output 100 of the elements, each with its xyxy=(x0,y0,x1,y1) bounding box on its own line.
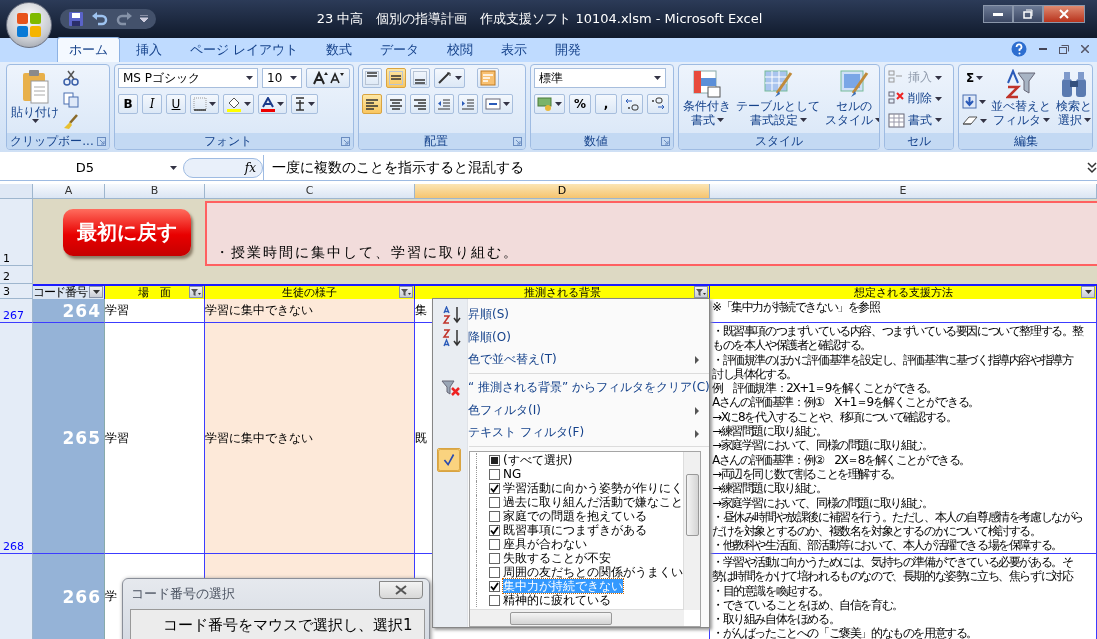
column-header[interactable]: E xyxy=(710,184,1097,199)
insert-function-button[interactable]: fx xyxy=(183,157,263,178)
editing-button[interactable]: 並べ替えと フィルタ xyxy=(990,68,1052,128)
vertical-align-button[interactable] xyxy=(410,68,430,88)
font-color-button[interactable] xyxy=(258,94,287,114)
filter-button[interactable] xyxy=(399,286,413,298)
filter-value-item[interactable]: (すべて選択) xyxy=(503,453,573,468)
help-icon[interactable] xyxy=(1011,41,1027,57)
font-size-select[interactable]: 10 xyxy=(262,68,302,88)
vertical-align-button[interactable] xyxy=(362,68,382,88)
horizontal-align-button[interactable] xyxy=(410,94,430,114)
minimize-icon[interactable] xyxy=(1039,47,1047,51)
number-style-button[interactable]: % xyxy=(569,94,591,114)
filter-value-item[interactable]: 精神的に疲れている xyxy=(503,593,611,608)
name-box[interactable]: D5 xyxy=(0,160,170,175)
menu-item[interactable]: 昇順(S) xyxy=(433,302,709,326)
number-style-button[interactable]: , xyxy=(595,94,617,114)
style-button[interactable]: 条件付き 書式 xyxy=(682,68,732,128)
expand-icon[interactable] xyxy=(1087,161,1097,174)
merge-center-button[interactable] xyxy=(482,94,513,114)
row-header[interactable]: 267 xyxy=(0,299,33,323)
editing-button[interactable]: 検索と 選択 xyxy=(1055,68,1092,128)
fill-down-icon[interactable] xyxy=(962,94,977,109)
redo-icon[interactable] xyxy=(116,12,132,26)
copy-icon[interactable] xyxy=(63,92,79,108)
number-format-select[interactable]: 標準 xyxy=(534,68,666,88)
ribbon-tab[interactable]: 挿入 xyxy=(124,37,174,62)
checkbox[interactable] xyxy=(489,454,500,466)
filter-value-item[interactable]: 家庭での問題を抱えている xyxy=(503,509,647,524)
menu-item[interactable]: 色で並べ替え(T) xyxy=(433,348,709,372)
filter-value-item[interactable]: 過去に取り組んだ活動で嫌なこと xyxy=(503,495,683,510)
filter-button[interactable] xyxy=(189,286,203,298)
phonetic-button[interactable] xyxy=(291,94,318,114)
increase-indent-button[interactable] xyxy=(458,94,478,114)
checkbox[interactable] xyxy=(489,538,500,550)
filter-button[interactable] xyxy=(1081,286,1095,298)
menu-item[interactable]: テキスト フィルタ(F) xyxy=(433,421,709,445)
filter-value-item[interactable]: 周囲の友だちとの関係がうまくい xyxy=(503,565,683,580)
style-button[interactable]: テーブルとして 書式設定 xyxy=(735,68,821,128)
checkbox[interactable] xyxy=(489,510,500,522)
checkbox[interactable] xyxy=(489,552,500,564)
ribbon-tab[interactable]: 校閲 xyxy=(435,37,486,62)
column-header[interactable]: C xyxy=(205,184,415,199)
back-to-start-button[interactable]: 最初に戻す xyxy=(63,209,191,256)
horizontal-align-button[interactable] xyxy=(362,94,382,114)
horizontal-align-button[interactable] xyxy=(386,94,406,114)
font-style-button[interactable]: B xyxy=(118,94,138,114)
row-header[interactable]: 1 xyxy=(0,199,33,266)
menu-item[interactable]: 色フィルタ(I) xyxy=(433,398,709,422)
increase-decimal-button[interactable] xyxy=(621,94,643,114)
vertical-align-button[interactable] xyxy=(386,68,406,88)
ribbon-tab[interactable]: 表示 xyxy=(489,37,540,62)
close-icon[interactable] xyxy=(1081,45,1089,53)
customize-caret-icon[interactable] xyxy=(140,15,148,23)
eraser-icon[interactable] xyxy=(962,115,978,127)
scissors-icon[interactable] xyxy=(63,70,79,86)
filter-value-item[interactable]: NG xyxy=(503,467,522,482)
filter-value-item[interactable]: 失敗することが不安 xyxy=(503,551,611,566)
row-header[interactable]: 3 xyxy=(0,284,33,299)
brush-icon[interactable] xyxy=(63,114,79,130)
checkbox[interactable] xyxy=(489,524,500,536)
filter-value-item[interactable]: 既習事項につまずきがある xyxy=(503,523,647,538)
vertical-scrollbar[interactable] xyxy=(683,452,700,611)
font-family-select[interactable]: MS Pゴシック xyxy=(118,68,258,88)
orientation-button[interactable] xyxy=(434,68,465,88)
autosum-button[interactable]: Σ xyxy=(962,68,987,88)
minimize-button[interactable] xyxy=(983,5,1013,23)
font-style-button[interactable]: I xyxy=(142,94,162,114)
menu-item[interactable]: “ 推測される背景” からフィルタをクリア(C) xyxy=(433,376,709,399)
column-header[interactable]: B xyxy=(105,184,205,199)
restore-button[interactable] xyxy=(1013,5,1043,23)
ribbon-tab[interactable]: 数式 xyxy=(314,37,365,62)
shrink-font-icon[interactable] xyxy=(330,72,344,84)
grow-font-icon[interactable] xyxy=(312,71,328,85)
checkbox[interactable] xyxy=(489,566,500,578)
ribbon-tab[interactable]: 開発 xyxy=(543,37,594,62)
border-button[interactable] xyxy=(190,94,219,114)
filter-button[interactable] xyxy=(89,286,103,298)
ribbon-tab[interactable]: ページ レイアウト xyxy=(178,37,311,62)
checkbox[interactable] xyxy=(489,580,500,592)
cells-menu-button[interactable]: 書式 xyxy=(888,110,942,130)
office-button[interactable] xyxy=(6,2,52,48)
horizontal-scrollbar[interactable] xyxy=(470,609,684,627)
column-header[interactable]: D xyxy=(415,184,710,199)
checkbox[interactable] xyxy=(489,468,500,480)
fill-color-button[interactable] xyxy=(223,94,254,114)
restore-icon[interactable] xyxy=(1059,44,1069,54)
filter-value-item[interactable]: 学習活動に向かう姿勢が作りにく xyxy=(503,481,683,496)
save-icon[interactable] xyxy=(68,11,84,27)
row-header[interactable]: 268 xyxy=(0,323,33,554)
checkbox[interactable] xyxy=(489,496,500,508)
decrease-indent-button[interactable] xyxy=(434,94,454,114)
checkbox[interactable] xyxy=(489,594,500,606)
checkbox[interactable] xyxy=(489,482,500,494)
ribbon-tab[interactable]: ホーム xyxy=(57,37,120,62)
style-button[interactable]: セルの スタイル xyxy=(824,68,879,128)
filter-button[interactable] xyxy=(694,286,708,298)
formula-field[interactable]: 一度に複数のことを指示すると混乱する xyxy=(263,155,1087,180)
row-header[interactable]: 2 xyxy=(0,266,33,284)
currency-button[interactable] xyxy=(534,94,565,114)
